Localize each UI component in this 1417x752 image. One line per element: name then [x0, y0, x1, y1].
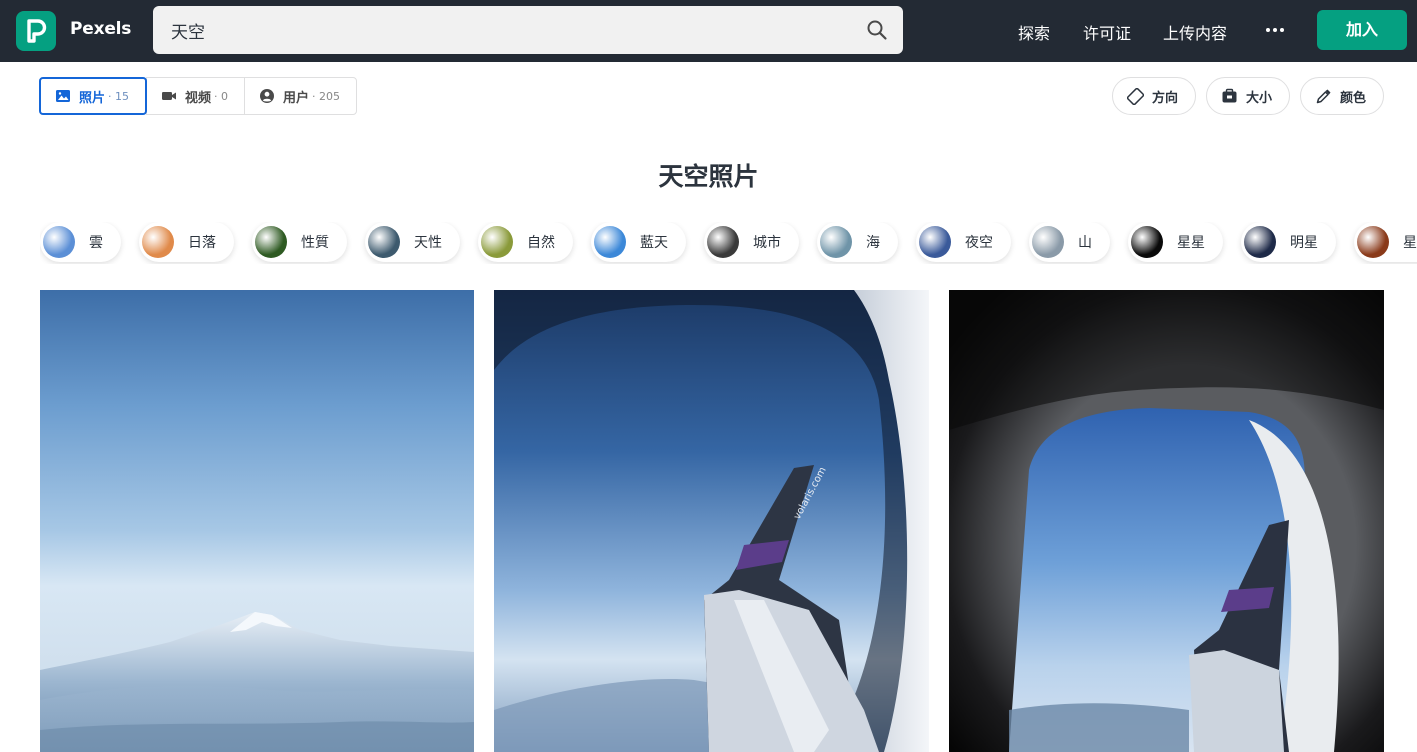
chip-label: 星形 — [1403, 235, 1417, 251]
chip-thumbnail — [1244, 226, 1276, 258]
tab-users[interactable]: 用户 · 205 — [244, 77, 358, 115]
chip-label: 城市 — [753, 235, 781, 251]
chip-label: 星星 — [1177, 235, 1205, 251]
tab-videos-label: 视频 — [185, 90, 212, 106]
related-search-chip[interactable]: 日落 — [139, 222, 234, 262]
filter-color[interactable]: 颜色 — [1299, 77, 1384, 115]
airplane-wing-photo: volaris.com — [494, 290, 929, 752]
search-icon — [867, 20, 887, 40]
related-searches: 雲 日落 性質 天性 自然 藍天 城市 海 夜空 山 星星 明星 星形 — [40, 222, 1417, 264]
chip-thumbnail — [142, 226, 174, 258]
chip-thumbnail — [919, 226, 951, 258]
more-dots-icon — [1266, 28, 1284, 32]
related-search-chip[interactable]: 城市 — [704, 222, 799, 262]
search-filters: 方向 大小 颜色 — [1102, 77, 1384, 115]
chip-thumbnail — [1032, 226, 1064, 258]
nav-explore[interactable]: 探索 — [1018, 20, 1050, 44]
chip-label: 自然 — [527, 235, 555, 251]
chip-label: 藍天 — [640, 235, 668, 251]
size-icon — [1222, 88, 1237, 102]
related-search-chip[interactable]: 天性 — [365, 222, 460, 262]
tab-users-count: · 205 — [312, 89, 341, 103]
chip-label: 性質 — [301, 235, 329, 251]
chip-thumbnail — [43, 226, 75, 258]
more-menu-button[interactable] — [1262, 18, 1288, 42]
filter-size[interactable]: 大小 — [1205, 77, 1290, 115]
nav-upload[interactable]: 上传内容 — [1163, 20, 1227, 44]
related-search-chip[interactable]: 星星 — [1128, 222, 1223, 262]
color-picker-icon — [1316, 89, 1331, 103]
nav-license[interactable]: 许可证 — [1083, 20, 1131, 44]
chip-thumbnail — [1131, 226, 1163, 258]
tab-videos[interactable]: 视频 · 0 — [146, 77, 246, 115]
chip-thumbnail — [594, 226, 626, 258]
related-search-chip[interactable]: 海 — [817, 222, 898, 262]
tab-videos-count: · 0 — [214, 89, 229, 103]
related-search-chip[interactable]: 夜空 — [916, 222, 1011, 262]
pexels-logo-icon — [27, 19, 47, 43]
join-button[interactable]: 加入 — [1317, 10, 1407, 50]
window-view-photo — [949, 290, 1384, 752]
top-navigation-bar: Pexels 探索 许可证 上传内容 加入 — [0, 0, 1417, 62]
chip-thumbnail — [368, 226, 400, 258]
chip-thumbnail — [255, 226, 287, 258]
chip-label: 海 — [866, 235, 880, 251]
chip-label: 夜空 — [965, 235, 993, 251]
chip-thumbnail — [820, 226, 852, 258]
photo-card[interactable]: volaris.com — [494, 290, 929, 752]
user-icon — [260, 89, 275, 103]
chip-label: 雲 — [89, 235, 103, 251]
filter-orientation[interactable]: 方向 — [1111, 77, 1196, 115]
tab-photos-label: 照片 — [79, 90, 106, 106]
brand-name[interactable]: Pexels — [70, 19, 131, 39]
related-search-chip[interactable]: 明星 — [1241, 222, 1336, 262]
filter-color-label: 颜色 — [1339, 90, 1366, 106]
orientation-icon — [1126, 87, 1144, 105]
related-search-chip[interactable]: 星形 — [1354, 222, 1417, 262]
search-input[interactable] — [153, 6, 843, 54]
media-type-tabs: 照片 · 15 视频 · 0 用户 · 205 — [39, 77, 358, 115]
related-search-chip[interactable]: 山 — [1029, 222, 1110, 262]
tab-users-label: 用户 — [283, 90, 310, 106]
related-search-chip[interactable]: 雲 — [40, 222, 121, 262]
page-title: 天空照片 — [658, 162, 759, 191]
pexels-logo[interactable] — [16, 11, 56, 51]
video-icon — [162, 92, 177, 100]
chip-thumbnail — [1357, 226, 1389, 258]
image-icon — [56, 90, 70, 102]
related-search-chip[interactable]: 性質 — [252, 222, 347, 262]
related-search-chip[interactable]: 藍天 — [591, 222, 686, 262]
search-bar — [153, 6, 903, 54]
chip-label: 山 — [1078, 235, 1092, 251]
tab-photos[interactable]: 照片 · 15 — [39, 77, 148, 115]
chip-label: 天性 — [414, 235, 442, 251]
mountain-photo — [40, 612, 474, 752]
photo-card[interactable] — [949, 290, 1384, 752]
filter-orientation-label: 方向 — [1151, 90, 1178, 106]
chip-label: 日落 — [188, 235, 216, 251]
chip-thumbnail — [707, 226, 739, 258]
search-button[interactable] — [865, 18, 889, 42]
related-search-chip[interactable]: 自然 — [478, 222, 573, 262]
tab-photos-count: · 15 — [108, 89, 130, 103]
filter-size-label: 大小 — [1245, 90, 1272, 106]
chip-label: 明星 — [1290, 235, 1318, 251]
photo-card[interactable] — [40, 290, 474, 752]
chip-thumbnail — [481, 226, 513, 258]
